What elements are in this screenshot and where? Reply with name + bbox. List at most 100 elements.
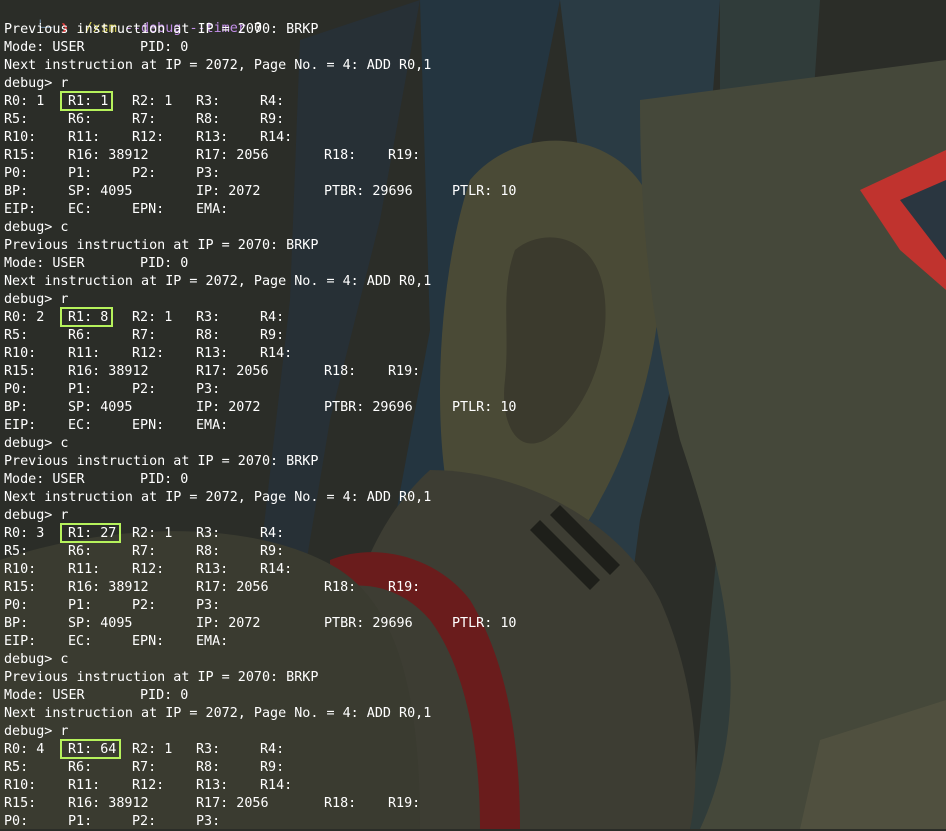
register-ip: IP: 2072 xyxy=(196,616,261,631)
register-r13: R13: xyxy=(196,130,229,145)
debug-prompt-r: debug> r xyxy=(4,507,69,525)
register-ip: IP: 2072 xyxy=(196,400,261,415)
register-r9: R9: xyxy=(260,112,285,127)
register-r11: R11: xyxy=(68,562,101,577)
terminal-window[interactable]: └─ ❯ ./xsm --debug --timer 0 Previous in… xyxy=(0,0,946,829)
register-r12: R12: xyxy=(132,130,165,145)
register-bp: BP: xyxy=(4,184,29,199)
r1-highlight-box xyxy=(60,523,121,543)
debug-command-r: debug> r xyxy=(4,724,69,739)
register-ec: EC: xyxy=(68,634,93,649)
register-r6: R6: xyxy=(68,328,93,343)
register-r15: R15: xyxy=(4,580,37,595)
next-instruction: Next instruction at IP = 2072, Page No. … xyxy=(4,706,432,721)
register-ema: EMA: xyxy=(196,634,229,649)
register-r2: R2: 1 xyxy=(132,742,173,757)
register-p0: P0: xyxy=(4,166,29,181)
register-r11: R11: xyxy=(68,778,101,793)
register-bp: BP: xyxy=(4,400,29,415)
register-r13: R13: xyxy=(196,562,229,577)
register-p0: P0: xyxy=(4,382,29,397)
register-p0: P0: xyxy=(4,598,29,613)
register-p1: P1: xyxy=(68,814,93,829)
register-r9: R9: xyxy=(260,544,285,559)
register-r11: R11: xyxy=(68,346,101,361)
debug-command-r: debug> r xyxy=(4,76,69,91)
next-instruction: Next instruction at IP = 2072, Page No. … xyxy=(4,490,432,505)
register-r6: R6: xyxy=(68,544,93,559)
register-r13: R13: xyxy=(196,778,229,793)
register-bp: BP: xyxy=(4,616,29,631)
register-ptlr: PTLR: 10 xyxy=(452,400,517,415)
register-r3: R3: xyxy=(196,310,221,325)
debug-command-r: debug> r xyxy=(4,292,69,307)
r1-highlight-box xyxy=(60,91,113,111)
register-r16: R16: 38912 xyxy=(68,364,149,379)
mode-value: Mode: USER xyxy=(4,40,85,55)
register-r8: R8: xyxy=(196,544,221,559)
register-r10: R10: xyxy=(4,562,37,577)
register-eip: EIP: xyxy=(4,418,37,433)
register-ptbr: PTBR: 29696 xyxy=(324,400,413,415)
previous-instruction: Previous instruction at IP = 2070: BRKP xyxy=(4,22,319,37)
mode-value: Mode: USER xyxy=(4,256,85,271)
register-r10: R10: xyxy=(4,346,37,361)
register-r4: R4: xyxy=(260,742,285,757)
debug-prompt-r: debug> r xyxy=(4,291,69,309)
register-r18: R18: xyxy=(324,364,357,379)
register-r14: R14: xyxy=(260,778,293,793)
previous-instruction: Previous instruction at IP = 2070: BRKP xyxy=(4,670,319,685)
register-r10: R10: xyxy=(4,778,37,793)
previous-instruction: Previous instruction at IP = 2070: BRKP xyxy=(4,238,319,253)
register-ec: EC: xyxy=(68,418,93,433)
register-epn: EPN: xyxy=(132,418,165,433)
r1-highlight-box xyxy=(60,739,121,759)
register-r16: R16: 38912 xyxy=(68,580,149,595)
register-r2: R2: 1 xyxy=(132,310,173,325)
register-r19: R19: xyxy=(388,796,421,811)
register-r11: R11: xyxy=(68,130,101,145)
register-p0: P0: xyxy=(4,814,29,829)
register-r14: R14: xyxy=(260,562,293,577)
register-r3: R3: xyxy=(196,742,221,757)
register-eip: EIP: xyxy=(4,202,37,217)
next-instruction-line: Next instruction at IP = 2072, Page No. … xyxy=(4,489,431,507)
register-r15: R15: xyxy=(4,148,37,163)
register-r5: R5: xyxy=(4,544,29,559)
register-p3: P3: xyxy=(196,166,221,181)
register-p1: P1: xyxy=(68,598,93,613)
register-r16: R16: 38912 xyxy=(68,796,149,811)
mode-value: Mode: USER xyxy=(4,472,85,487)
register-r4: R4: xyxy=(260,94,285,109)
register-epn: EPN: xyxy=(132,202,165,217)
register-r14: R14: xyxy=(260,130,293,145)
debug-prompt-c: debug> c xyxy=(4,651,69,669)
next-instruction: Next instruction at IP = 2072, Page No. … xyxy=(4,274,432,289)
next-instruction-line: Next instruction at IP = 2072, Page No. … xyxy=(4,57,431,75)
register-r5: R5: xyxy=(4,112,29,127)
register-ec: EC: xyxy=(68,202,93,217)
register-r10: R10: xyxy=(4,130,37,145)
register-r14: R14: xyxy=(260,346,293,361)
register-r8: R8: xyxy=(196,760,221,775)
debug-command-c: debug> c xyxy=(4,220,69,235)
next-instruction-line: Next instruction at IP = 2072, Page No. … xyxy=(4,705,431,723)
register-r6: R6: xyxy=(68,112,93,127)
register-r12: R12: xyxy=(132,778,165,793)
shell-prompt-line: └─ ❯ ./xsm --debug --timer 0 xyxy=(4,2,262,36)
debug-prompt-c: debug> c xyxy=(4,219,69,237)
register-r18: R18: xyxy=(324,148,357,163)
register-r19: R19: xyxy=(388,364,421,379)
register-p2: P2: xyxy=(132,814,157,829)
previous-instruction-line: Previous instruction at IP = 2070: BRKP xyxy=(4,669,318,687)
register-r2: R2: 1 xyxy=(132,94,173,109)
register-r0: R0: 2 xyxy=(4,310,45,325)
register-epn: EPN: xyxy=(132,634,165,649)
register-r4: R4: xyxy=(260,310,285,325)
debug-prompt-r: debug> r xyxy=(4,75,69,93)
debug-command-r: debug> r xyxy=(4,508,69,523)
register-r13: R13: xyxy=(196,346,229,361)
register-r17: R17: 2056 xyxy=(196,364,269,379)
register-r17: R17: 2056 xyxy=(196,580,269,595)
register-r3: R3: xyxy=(196,94,221,109)
